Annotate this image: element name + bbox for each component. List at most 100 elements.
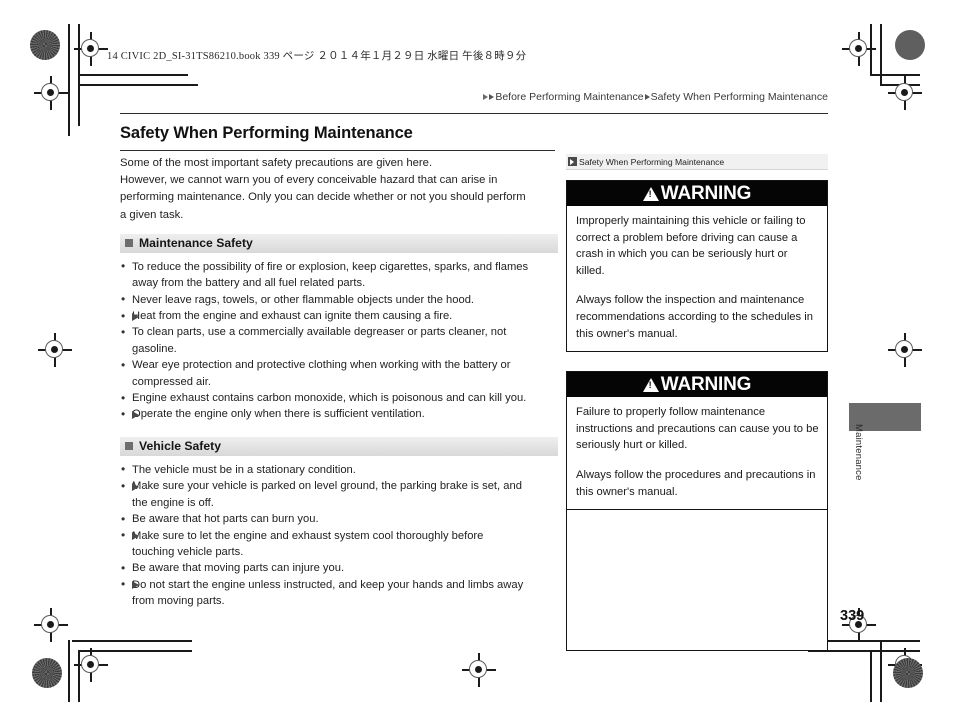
main-content-column: Some of the most important safety precau…: [120, 155, 558, 610]
registration-mark-top-left-inner: [74, 32, 108, 66]
sidebar-reference-label: Safety When Performing Maintenance: [579, 156, 725, 167]
section-title: Maintenance Safety: [139, 236, 253, 251]
list-line: The vehicle must be in a stationary cond…: [132, 463, 356, 476]
list-line: To clean parts, use a commercially avail…: [132, 326, 507, 339]
crop-line-top-left-v: [68, 24, 70, 136]
sidebar-empty-area: [566, 510, 828, 652]
triangle-right-icon: [132, 532, 139, 541]
warning-triangle-icon: [642, 378, 659, 393]
warning-triangle-icon: [642, 187, 659, 201]
warning-box-1: WARNING Improperly maintaining this vehi…: [566, 180, 828, 353]
crop-line-bottom-right-v: [880, 640, 882, 702]
sidebar-reference-bar: Safety When Performing Maintenance: [566, 154, 828, 170]
triangle-right-icon: [132, 411, 139, 420]
list-item-sub: Do not start the engine unless instructe…: [120, 576, 558, 610]
list-line: Operate the engine only when there is su…: [132, 408, 425, 421]
list-item: Be aware that moving parts can injure yo…: [120, 560, 558, 577]
list-line: compressed air.: [132, 375, 211, 388]
page-number: 339: [840, 608, 865, 624]
color-dot-mark-bottom-left: [32, 658, 62, 688]
registration-mark-bottom-left-inner: [74, 648, 108, 682]
list-item: Wear eye protection and protective cloth…: [120, 357, 558, 390]
list-line: the engine is off.: [132, 496, 214, 509]
registration-mark-bottom-center: [462, 653, 496, 687]
color-dot-mark-bottom-right: [893, 658, 923, 688]
crop-line-bottom-left-v: [68, 640, 70, 702]
intro-line-3: performing maintenance. Only you can dec…: [120, 191, 526, 204]
crop-line-top-left-h: [80, 84, 198, 86]
warning-banner-label: WARNING: [660, 373, 752, 395]
triangle-right-icon: [132, 581, 139, 590]
registration-mark-bottom-left-outer: [34, 608, 68, 642]
crop-line-bottom-right-v2: [870, 650, 872, 702]
warning-paragraph: Always follow the procedures and precaut…: [576, 468, 816, 498]
vehicle-safety-list: The vehicle must be in a stationary cond…: [120, 461, 558, 610]
crop-line-top-right-v: [880, 24, 882, 86]
chevron-right-icon-3: [644, 94, 650, 100]
list-line: gasoline.: [132, 342, 177, 355]
warning-body: Improperly maintaining this vehicle or f…: [567, 206, 827, 351]
warning-banner-label: WARNING: [660, 182, 752, 204]
list-item: Be aware that hot parts can burn you.: [120, 511, 558, 528]
square-bullet-icon: [125, 239, 133, 248]
square-bullet-icon: [125, 442, 133, 451]
list-line: Do not start the engine unless instructe…: [132, 578, 524, 591]
list-item: To clean parts, use a commercially avail…: [120, 324, 558, 357]
color-dot-mark-top-left: [30, 30, 60, 60]
list-item-sub: Make sure your vehicle is parked on leve…: [120, 478, 558, 511]
page-title: Safety When Performing Maintenance: [120, 124, 413, 142]
maintenance-safety-list: To reduce the possibility of fire or exp…: [120, 258, 558, 423]
list-item: To reduce the possibility of fire or exp…: [120, 258, 558, 292]
intro-paragraph: Some of the most important safety precau…: [120, 155, 558, 224]
title-divider: [120, 150, 555, 152]
list-line: Wear eye protection and protective cloth…: [132, 359, 511, 372]
list-item: Never leave rags, towels, or other flamm…: [120, 291, 558, 308]
section-title: Vehicle Safety: [139, 439, 221, 454]
warning-paragraph: Improperly maintaining this vehicle or f…: [576, 215, 806, 277]
list-item: The vehicle must be in a stationary cond…: [120, 461, 558, 478]
registration-mark-top-right-outer: [888, 76, 922, 110]
header-divider: [120, 113, 828, 114]
color-dot-mark-top-right: [895, 30, 925, 60]
crop-line-top-left-h2: [80, 74, 188, 76]
intro-line-1: Some of the most important safety precau…: [120, 157, 433, 169]
list-item: Engine exhaust contains carbon monoxide,…: [120, 390, 558, 407]
triangle-right-icon: [132, 312, 139, 321]
breadcrumb: Before Performing Maintenance Safety Whe…: [483, 91, 828, 103]
chevron-right-icon-1: [483, 94, 489, 100]
section-header-maintenance-safety: Maintenance Safety: [120, 233, 558, 253]
triangle-right-icon: [132, 482, 139, 491]
intro-line-2: However, we cannot warn you of every con…: [120, 174, 498, 187]
print-file-info: 14 CIVIC 2D_SI-31TS86210.book 339 ページ ２０…: [107, 51, 527, 62]
registration-mark-top-left-outer: [34, 76, 68, 110]
list-line: Heat from the engine and exhaust can ign…: [132, 310, 453, 323]
warning-box-2: WARNING Failure to properly follow maint…: [566, 371, 828, 511]
warning-banner: WARNING: [567, 181, 827, 206]
list-line: Be aware that moving parts can injure yo…: [132, 562, 345, 575]
registration-mark-top-right-inner: [842, 32, 876, 66]
registration-mark-right-middle: [888, 333, 922, 367]
list-line: Make sure your vehicle is parked on leve…: [132, 480, 522, 493]
list-line: Never leave rags, towels, or other flamm…: [132, 293, 475, 306]
breadcrumb-item-0[interactable]: Before Performing Maintenance: [495, 91, 643, 103]
list-item-sub: Heat from the engine and exhaust can ign…: [120, 308, 558, 325]
warning-banner: WARNING: [567, 372, 827, 398]
list-line: touching vehicle parts.: [132, 545, 244, 558]
warning-paragraph: Failure to properly follow maintenance i…: [576, 406, 819, 452]
list-line: away from the battery and all fuel relat…: [132, 277, 366, 290]
breadcrumb-item-1[interactable]: Safety When Performing Maintenance: [651, 91, 828, 103]
list-line: from moving parts.: [132, 595, 225, 608]
chevron-right-icon-2: [489, 94, 495, 100]
intro-line-4: a given task.: [120, 208, 184, 221]
list-line: Engine exhaust contains carbon monoxide,…: [132, 392, 527, 405]
sidebar-column: Safety When Performing Maintenance WARNI…: [566, 154, 828, 652]
list-line: Be aware that hot parts can burn you.: [132, 513, 319, 526]
registration-mark-left-middle: [38, 333, 72, 367]
warning-body: Failure to properly follow maintenance i…: [567, 397, 827, 509]
section-header-vehicle-safety: Vehicle Safety: [120, 436, 558, 456]
list-line: To reduce the possibility of fire or exp…: [132, 260, 529, 273]
section-thumb-tab-label: Maintenance: [853, 424, 864, 481]
list-item-sub: Operate the engine only when there is su…: [120, 406, 558, 423]
list-item-sub: Make sure to let the engine and exhaust …: [120, 527, 558, 561]
crop-line-bottom-left-h: [72, 640, 192, 642]
